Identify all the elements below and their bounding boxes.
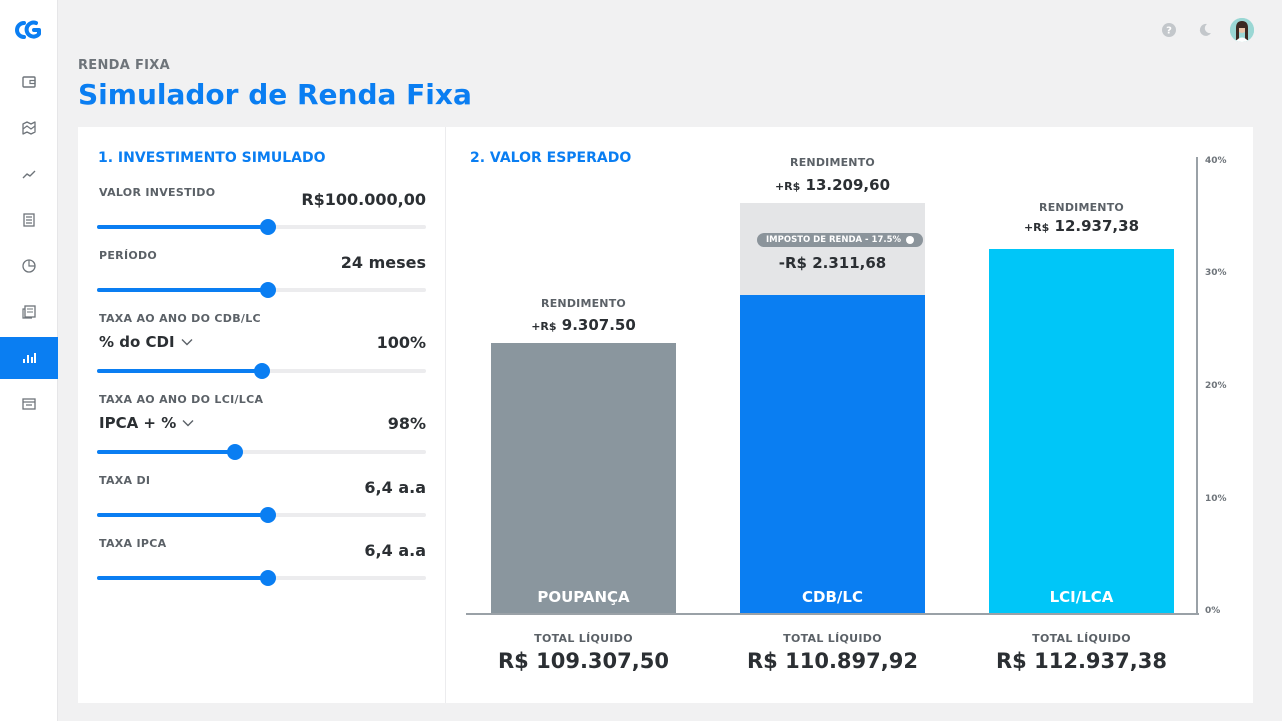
cdb-rendimento-value: +R$ 13.209,60 xyxy=(740,176,925,194)
top-toolbar: ? xyxy=(1158,18,1254,42)
help-icon[interactable]: ? xyxy=(1158,19,1180,41)
rendimento-amount: 12.937,38 xyxy=(1054,217,1140,235)
slider-fill xyxy=(97,513,269,517)
list-icon xyxy=(23,213,35,227)
sidebar-item-news[interactable] xyxy=(0,291,58,333)
taxa-cdb-select-value: % do CDI xyxy=(99,333,175,351)
taxa-ipca-value: 6,4 a.a xyxy=(364,541,426,560)
imposto-box xyxy=(740,203,925,295)
card-divider xyxy=(445,127,446,703)
page-title: Simulador de Renda Fixa xyxy=(78,78,472,111)
valor-investido-label: VALOR INVESTIDO xyxy=(99,186,216,199)
poupanca-total-label: TOTAL LÍQUIDO xyxy=(534,632,633,645)
y-tick: 0% xyxy=(1205,606,1221,616)
imposto-label: IMPOSTO DE RENDA - 17.5% xyxy=(766,235,902,245)
y-tick: 40% xyxy=(1205,156,1227,166)
chevron-down-icon xyxy=(182,420,194,427)
poupanca-total-value: R$ 109.307,50 xyxy=(498,649,669,673)
map-icon xyxy=(22,121,36,135)
lci-rendimento-label: RENDIMENTO xyxy=(1039,201,1124,214)
cdb-rendimento-label: RENDIMENTO xyxy=(790,156,875,169)
info-icon xyxy=(906,236,915,244)
periodo-slider[interactable] xyxy=(97,282,426,298)
expected-section-title: 2. VALOR ESPERADO xyxy=(470,150,632,166)
y-tick: 10% xyxy=(1205,494,1227,504)
y-axis xyxy=(1196,157,1198,615)
taxa-di-slider[interactable] xyxy=(97,507,426,523)
taxa-ipca-slider[interactable] xyxy=(97,570,426,586)
slider-thumb[interactable] xyxy=(260,282,277,298)
poupanca-bar: POUPANÇA xyxy=(491,343,676,614)
cdb-total-value: R$ 110.897,92 xyxy=(747,649,918,673)
sidebar-item-pie[interactable] xyxy=(0,245,58,287)
calendar-icon xyxy=(22,398,36,410)
slider-thumb[interactable] xyxy=(260,570,277,586)
avatar[interactable] xyxy=(1230,18,1254,42)
taxa-lci-slider[interactable] xyxy=(97,444,426,460)
valor-investido-value: R$100.000,00 xyxy=(301,190,426,209)
currency-prefix: +R$ xyxy=(1023,221,1050,234)
lci-bar: LCI/LCA xyxy=(989,249,1174,614)
slider-thumb[interactable] xyxy=(253,363,270,379)
rendimento-amount: 9.307.50 xyxy=(561,316,636,334)
breadcrumb: RENDA FIXA xyxy=(78,58,170,73)
valor-investido-slider[interactable] xyxy=(97,219,426,235)
slider-thumb[interactable] xyxy=(260,219,277,235)
slider-fill xyxy=(97,576,269,580)
taxa-cdb-label: TAXA AO ANO DO CDB/LC xyxy=(99,312,261,325)
poupanca-bar-label: POUPANÇA xyxy=(537,588,630,606)
taxa-lci-value: 98% xyxy=(387,414,426,433)
wallet-icon xyxy=(22,76,36,88)
taxa-cdb-slider[interactable] xyxy=(97,363,426,379)
taxa-cdb-select[interactable]: % do CDI xyxy=(99,333,193,351)
taxa-lci-select[interactable]: IPCA + % xyxy=(99,414,194,432)
sidebar-item-simulator[interactable] xyxy=(0,337,58,379)
x-axis-baseline xyxy=(466,613,1199,615)
currency-prefix: +R$ xyxy=(531,320,557,333)
sidebar-item-list[interactable] xyxy=(0,199,58,241)
lci-total-label: TOTAL LÍQUIDO xyxy=(1032,632,1131,645)
bar-chart-icon xyxy=(23,353,36,363)
poupanca-rendimento-value: +R$ 9.307.50 xyxy=(491,316,676,334)
sidebar-item-calendar[interactable] xyxy=(0,383,58,425)
cdb-bar: CDB/LC xyxy=(740,295,925,614)
pie-chart-icon xyxy=(22,259,36,273)
sidebar-item-wallet[interactable] xyxy=(0,61,58,103)
taxa-di-label: TAXA DI xyxy=(99,474,151,487)
y-tick: 20% xyxy=(1205,381,1227,391)
news-icon xyxy=(22,305,36,319)
taxa-di-value: 6,4 a.a xyxy=(364,478,426,497)
sidebar-item-map[interactable] xyxy=(0,107,58,149)
slider-thumb[interactable] xyxy=(260,507,277,523)
taxa-lci-select-value: IPCA + % xyxy=(99,414,177,432)
currency-prefix: +R$ xyxy=(774,180,801,193)
taxa-lci-label: TAXA AO ANO DO LCI/LCA xyxy=(99,393,264,406)
imposto-value: -R$ 2.311,68 xyxy=(778,254,887,272)
rendimento-amount: 13.209,60 xyxy=(805,176,891,194)
y-tick: 30% xyxy=(1205,268,1227,278)
trend-line-icon xyxy=(22,170,36,179)
chevron-down-icon xyxy=(181,339,193,346)
sidebar xyxy=(0,0,58,721)
simulation-section-title: 1. INVESTIMENTO SIMULADO xyxy=(98,150,326,166)
cdb-bar-label: CDB/LC xyxy=(802,588,863,606)
poupanca-rendimento-label: RENDIMENTO xyxy=(541,297,626,310)
imposto-badge[interactable]: IMPOSTO DE RENDA - 17.5% xyxy=(757,233,924,247)
slider-fill xyxy=(97,288,269,292)
periodo-value: 24 meses xyxy=(340,253,426,272)
dark-mode-moon-icon[interactable] xyxy=(1194,19,1216,41)
lci-total-value: R$ 112.937,38 xyxy=(996,649,1167,673)
slider-fill xyxy=(97,369,262,373)
sidebar-item-trend[interactable] xyxy=(0,153,58,195)
lci-bar-label: LCI/LCA xyxy=(1049,588,1114,606)
slider-fill xyxy=(97,225,269,229)
cdb-total-label: TOTAL LÍQUIDO xyxy=(783,632,882,645)
logo[interactable] xyxy=(13,18,45,42)
taxa-ipca-label: TAXA IPCA xyxy=(99,537,167,550)
svg-text:?: ? xyxy=(1166,26,1172,37)
slider-fill xyxy=(97,450,236,454)
taxa-cdb-value: 100% xyxy=(376,333,426,352)
lci-rendimento-value: +R$ 12.937,38 xyxy=(989,217,1174,235)
periodo-label: PERÍODO xyxy=(99,249,158,262)
